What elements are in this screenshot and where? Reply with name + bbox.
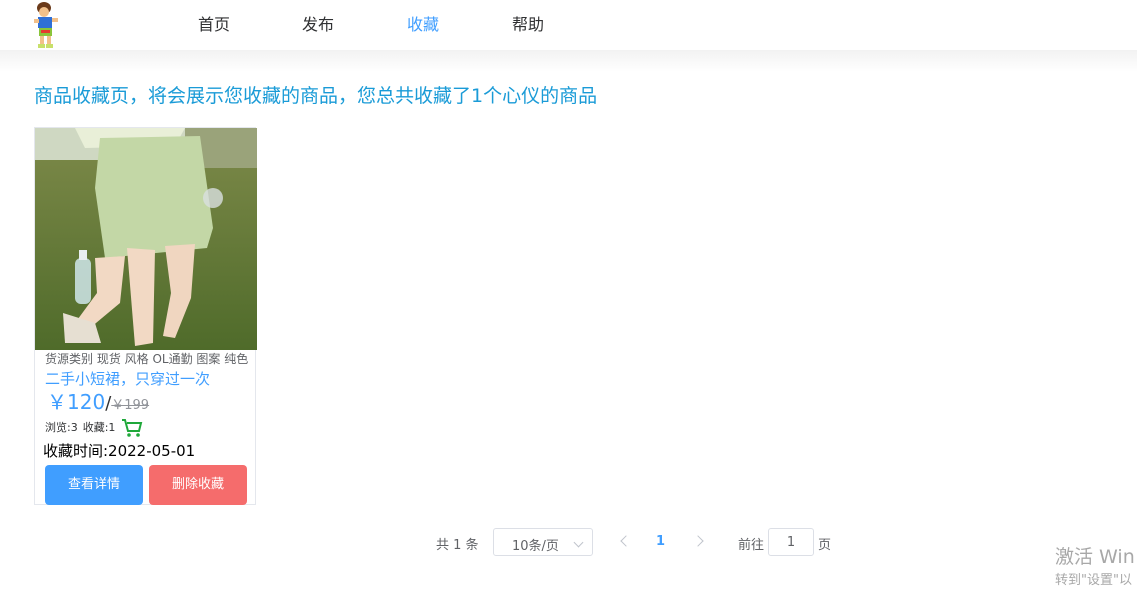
price-row: ￥120/￥199 [47,390,149,418]
product-original-price: ￥199 [111,398,150,413]
pagination-page-suffix: 页 [818,538,832,553]
nav-item-favorites[interactable]: 收藏 [407,15,439,35]
product-stats: 浏览:3 收藏:1 [45,418,143,438]
nav-item-publish[interactable]: 发布 [302,15,334,35]
view-count: 浏览:3 [45,421,78,434]
watermark-line-1: 激活 Win [1055,546,1135,568]
pagination-goto-input[interactable] [768,528,814,556]
shopping-cart-icon[interactable] [121,418,143,438]
remove-favorite-button[interactable]: 删除收藏 [149,465,247,505]
nav-item-help[interactable]: 帮助 [512,15,544,35]
pagination-page-1[interactable]: 1 [656,534,665,549]
chevron-right-icon[interactable] [692,535,704,547]
header-shadow [0,50,1137,72]
product-name[interactable]: 二手小短裙，只穿过一次 [45,369,210,389]
chevron-down-icon [573,537,584,548]
page-size-value: 10条/页 [512,539,559,554]
watermark-line-2: 转到"设置"以 [1055,573,1132,588]
avatar-logo-icon[interactable] [30,0,66,50]
product-description: 货源类别 现货 风格 OL通勤 图案 纯色 [45,352,249,366]
nav-item-home[interactable]: 首页 [198,15,230,35]
favorite-time: 收藏时间:2022-05-01 [43,442,196,460]
view-details-button[interactable]: 查看详情 [45,465,143,505]
product-card: 货源类别 现货 风格 OL通勤 图案 纯色 二手小短裙，只穿过一次 ￥120/￥… [34,127,257,505]
favorite-count: 收藏:1 [82,421,116,434]
product-image[interactable] [35,128,257,350]
top-header: 首页 发布 收藏 帮助 [0,0,1137,50]
pagination-total: 共 1 条 [436,538,479,553]
pagination-goto-label: 前往 [738,538,765,553]
activation-watermark: 激活 Win 转到"设置"以 [1055,545,1135,591]
product-price: ￥120 [47,390,106,414]
pagination: 共 1 条 10条/页 1 前往 页 [0,528,1137,556]
chevron-left-icon[interactable] [620,535,632,547]
page-title: 商品收藏页，将会展示您收藏的商品，您总共收藏了1个心仪的商品 [34,85,598,107]
page-size-select[interactable]: 10条/页 [493,528,593,556]
